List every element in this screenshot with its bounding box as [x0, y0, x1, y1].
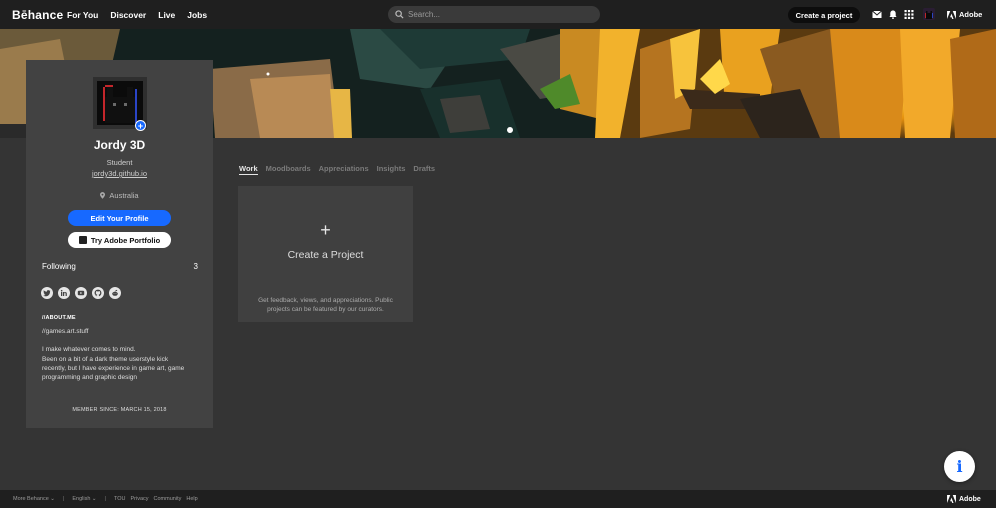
portfolio-icon: [78, 236, 87, 244]
about-line: programming and graphic design: [42, 374, 138, 382]
nav-link-discover[interactable]: Discover: [110, 10, 146, 20]
github-icon[interactable]: [92, 287, 104, 299]
apps-grid-icon[interactable]: [904, 10, 914, 19]
reddit-icon[interactable]: [109, 287, 121, 299]
nav-link-live[interactable]: Live: [158, 10, 175, 20]
youtube-icon[interactable]: [75, 287, 87, 299]
profile-tabs: Work Moodboards Appreciations Insights D…: [239, 164, 435, 175]
linkedin-icon[interactable]: [58, 287, 70, 299]
search-icon: [395, 10, 404, 19]
about-line: recently, but I have experience in game …: [42, 364, 185, 372]
about-spacer: [42, 336, 202, 345]
portfolio-label: Try Adobe Portfolio: [90, 235, 161, 245]
location-pin-icon: [100, 192, 106, 199]
try-adobe-portfolio-button[interactable]: Try Adobe Portfolio: [68, 232, 171, 248]
edit-profile-button[interactable]: Edit Your Profile: [68, 210, 171, 226]
search-bar[interactable]: [388, 6, 600, 23]
footer-link-privacy[interactable]: Privacy: [131, 496, 149, 502]
about-line: I make whatever comes to mind.: [42, 346, 136, 354]
add-avatar-badge[interactable]: +: [135, 120, 146, 131]
tab-moodboards[interactable]: Moodboards: [266, 164, 311, 175]
twitter-icon[interactable]: [41, 287, 53, 299]
nav-links: For You Discover Live Jobs: [67, 10, 207, 20]
behance-logo[interactable]: Bēhance: [12, 8, 63, 22]
footer-divider: |: [62, 496, 65, 502]
about-heading: //ABOUT.ME: [42, 315, 76, 321]
create-project-card[interactable]: + Create a Project Get feedback, views, …: [238, 186, 413, 322]
info-button[interactable]: i: [944, 451, 975, 482]
adobe-link[interactable]: Adobe: [947, 10, 982, 19]
profile-location: Australia: [26, 191, 213, 200]
description-line: Get feedback, views, and appreciations. …: [258, 297, 393, 304]
tab-work[interactable]: Work: [239, 164, 258, 175]
member-since: MEMBER SINCE: MARCH 15, 2018: [72, 407, 167, 413]
nav-link-jobs[interactable]: Jobs: [187, 10, 207, 20]
profile-website-link[interactable]: jordy3d.github.io: [26, 169, 213, 178]
location-label: Australia: [109, 191, 139, 200]
top-navigation: Bēhance For You Discover Live Jobs Creat…: [0, 0, 996, 29]
plus-icon: +: [320, 220, 331, 240]
social-links: [41, 287, 121, 299]
description-line: projects can be featured by our curators…: [267, 306, 384, 313]
tab-insights[interactable]: Insights: [377, 164, 406, 175]
about-text: //games.art.stuff I make whatever comes …: [42, 327, 202, 382]
create-project-button[interactable]: Create a project: [788, 7, 860, 23]
following-label[interactable]: Following: [42, 262, 76, 271]
about-line: //games.art.stuff: [42, 328, 89, 335]
nav-link-for-you[interactable]: For You: [67, 10, 98, 20]
profile-occupation: Student: [106, 158, 133, 167]
footer-link-tou[interactable]: TOU: [114, 496, 126, 502]
create-project-description: Get feedback, views, and appreciations. …: [248, 296, 403, 314]
tab-drafts[interactable]: Drafts: [413, 164, 435, 175]
adobe-logo-icon: [947, 495, 956, 503]
following-count[interactable]: 3: [186, 262, 198, 271]
mail-icon[interactable]: [872, 10, 882, 19]
footer-adobe-link[interactable]: Adobe: [947, 495, 981, 503]
adobe-label: Adobe: [959, 10, 983, 19]
footer-divider: |: [104, 496, 106, 502]
adobe-logo-icon: [947, 10, 956, 19]
create-project-title: Create a Project: [287, 249, 364, 261]
user-avatar[interactable]: [923, 8, 935, 20]
bell-icon[interactable]: [888, 10, 898, 19]
more-behance-dropdown[interactable]: More Behance ⌄: [13, 496, 55, 502]
footer-links: More Behance ⌄ | English ⌄ | TOU Privacy…: [13, 496, 198, 502]
footer: More Behance ⌄ | English ⌄ | TOU Privacy…: [0, 490, 996, 508]
info-icon: i: [956, 457, 963, 476]
search-input[interactable]: [408, 10, 588, 19]
tab-appreciations[interactable]: Appreciations: [319, 164, 369, 175]
footer-link-community[interactable]: Community: [154, 496, 182, 502]
footer-link-help[interactable]: Help: [186, 496, 197, 502]
about-line: Been on a bit of a dark theme userstyle …: [42, 355, 169, 363]
language-dropdown[interactable]: English ⌄: [72, 496, 96, 502]
profile-name: Jordy 3D: [93, 138, 146, 152]
adobe-label: Adobe: [959, 495, 981, 503]
profile-card: + Jordy 3D Student jordy3d.github.io Aus…: [26, 60, 213, 428]
